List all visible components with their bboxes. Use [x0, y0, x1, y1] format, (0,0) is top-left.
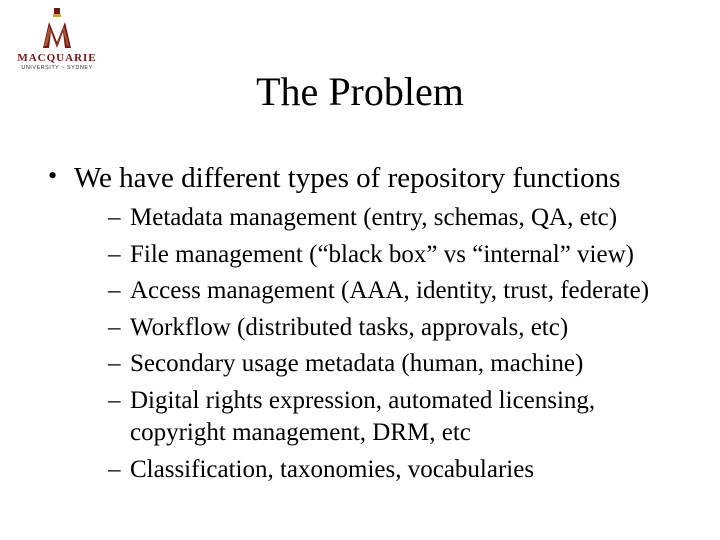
slide-title: The Problem — [0, 68, 720, 115]
bullet-main-text: We have different types of repository fu… — [74, 162, 620, 194]
slide-content: We have different types of repository fu… — [48, 160, 680, 496]
subitem: Digital rights expression, automated lic… — [108, 385, 680, 450]
subitem: File management (“black box” vs “interna… — [108, 239, 680, 272]
subitem: Access management (AAA, identity, trust,… — [108, 275, 680, 308]
university-logo: MACQUARIE UNIVERSITY ~ SYDNEY — [14, 8, 100, 71]
crest-icon — [37, 8, 77, 50]
slide: MACQUARIE UNIVERSITY ~ SYDNEY The Proble… — [0, 0, 720, 540]
subitem: Secondary usage metadata (human, machine… — [108, 348, 680, 381]
subitem: Metadata management (entry, schemas, QA,… — [108, 202, 680, 235]
subitem: Workflow (distributed tasks, approvals, … — [108, 312, 680, 345]
subitem: Classification, taxonomies, vocabularies — [108, 454, 680, 487]
bullet-main: We have different types of repository fu… — [48, 160, 680, 486]
logo-name: MACQUARIE — [14, 52, 100, 64]
